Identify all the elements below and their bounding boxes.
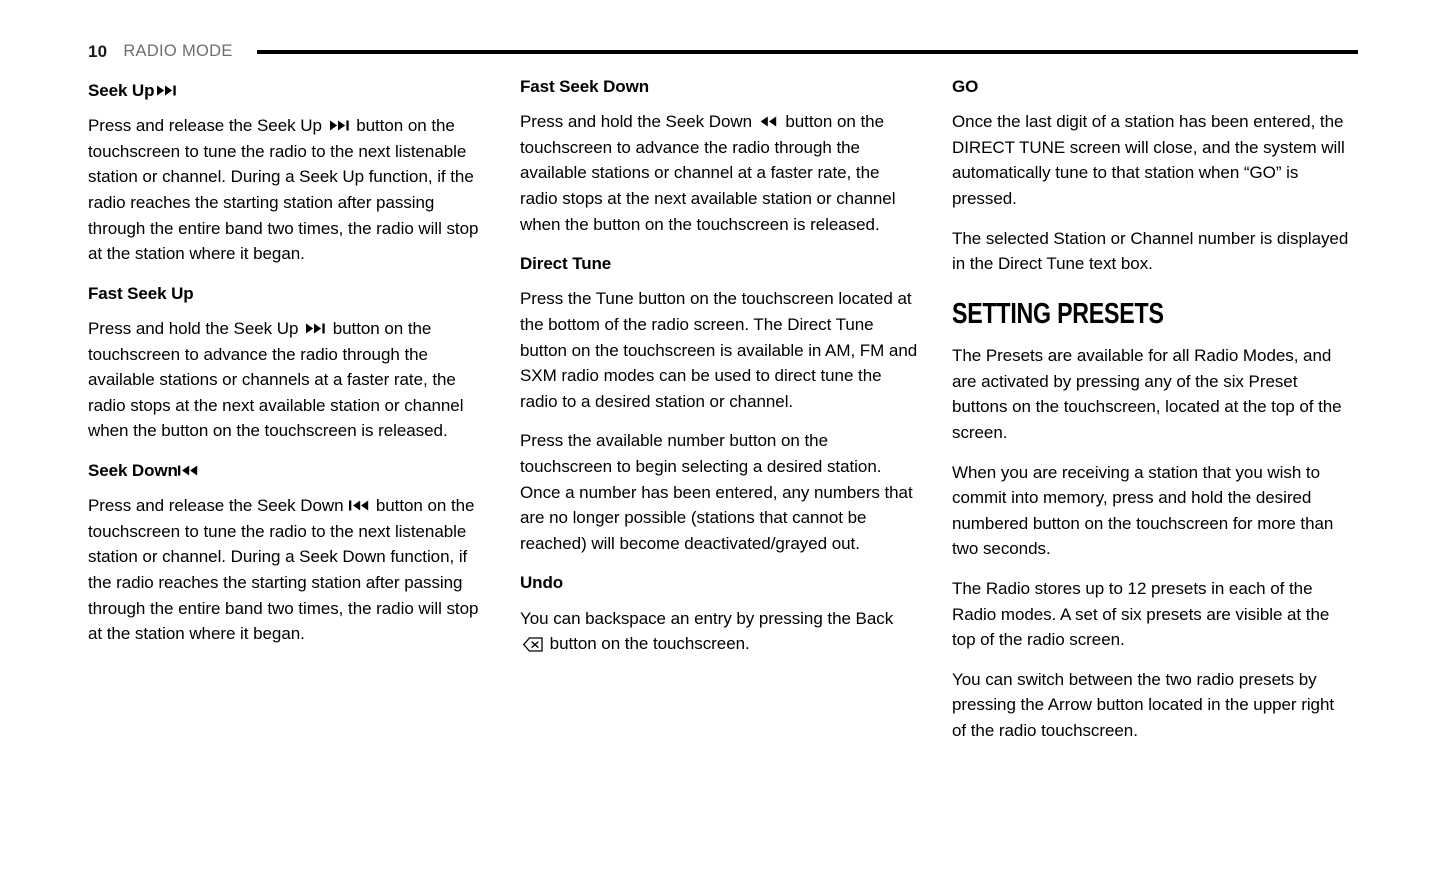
paragraph-text: Press the Tune button on the touchscreen… bbox=[520, 289, 918, 411]
paragraph-direct-tune-2: Press the available number button on the… bbox=[520, 428, 920, 556]
paragraph-text-before-icon: Press and hold the Seek Up bbox=[88, 319, 304, 339]
next-track-icon bbox=[306, 323, 327, 334]
paragraph-presets-4: You can switch between the two radio pre… bbox=[952, 667, 1352, 744]
heading-seek-up: Seek Up bbox=[88, 80, 488, 101]
column-1: Seek Up Press and release the Seek Up but… bbox=[88, 74, 488, 744]
content-columns: Seek Up Press and release the Seek Up but… bbox=[88, 74, 1360, 744]
paragraph-text-after-icon: button on the touchscreen. bbox=[545, 634, 750, 654]
previous-track-icon bbox=[349, 500, 370, 511]
paragraph-text: When you are receiving a station that yo… bbox=[952, 462, 1334, 559]
paragraph-text-before-icon: Press and release the Seek Up bbox=[88, 116, 327, 136]
paragraph-text-after-icon: button on the touchscreen to tune the ra… bbox=[88, 496, 479, 644]
column-3: GO Once the last digit of a station has b… bbox=[952, 74, 1352, 744]
header-chapter-title: RADIO MODE bbox=[123, 41, 233, 60]
paragraph-text: Once the last digit of a station has bee… bbox=[952, 112, 1345, 209]
subheading-label: Direct Tune bbox=[520, 254, 612, 274]
paragraph-fast-seek-down: Press and hold the Seek Down button on t… bbox=[520, 109, 920, 237]
next-track-icon bbox=[329, 120, 351, 131]
subheading-label: Undo bbox=[520, 573, 564, 593]
paragraph-go-2: The selected Station or Channel number i… bbox=[952, 226, 1352, 277]
paragraph-text: The Presets are available for all Radio … bbox=[952, 346, 1342, 443]
subheading-label: Seek Up bbox=[88, 81, 155, 100]
document-page: 10 RADIO MODE Seek Up Press and release t… bbox=[0, 0, 1445, 874]
paragraph-fast-seek-up: Press and hold the Seek Up button on the… bbox=[88, 316, 488, 444]
heading-fast-seek-up: Fast Seek Up bbox=[88, 283, 488, 304]
subheading-label: GO bbox=[952, 77, 979, 96]
rewind-icon bbox=[760, 116, 779, 127]
paragraph-text: You can switch between the two radio pre… bbox=[952, 669, 1335, 740]
header-rule bbox=[256, 50, 1358, 54]
paragraph-direct-tune-1: Press the Tune button on the touchscreen… bbox=[520, 286, 920, 414]
paragraph-presets-1: The Presets are available for all Radio … bbox=[952, 343, 1352, 445]
page-number: 10 bbox=[88, 41, 108, 61]
paragraph-presets-2: When you are receiving a station that yo… bbox=[952, 460, 1352, 562]
subheading-label: Seek Down bbox=[88, 461, 178, 481]
backspace-icon bbox=[523, 637, 543, 652]
heading-direct-tune: Direct Tune bbox=[520, 253, 920, 274]
heading-setting-presets: SETTING PRESETS bbox=[952, 297, 1164, 330]
paragraph-seek-down: Press and release the Seek Down button o… bbox=[88, 493, 488, 647]
heading-undo: Undo bbox=[520, 572, 920, 593]
column-2: Fast Seek Down Press and hold the Seek Do… bbox=[520, 74, 920, 744]
previous-track-icon bbox=[177, 465, 199, 476]
paragraph-text: Press the available number button on the… bbox=[520, 431, 913, 553]
paragraph-presets-3: The Radio stores up to 12 presets in eac… bbox=[952, 576, 1352, 653]
heading-seek-down: Seek Down bbox=[88, 460, 488, 481]
paragraph-go-1: Once the last digit of a station has bee… bbox=[952, 109, 1352, 211]
heading-fast-seek-down: Fast Seek Down bbox=[520, 76, 920, 97]
paragraph-text-before-icon: Press and release the Seek Down bbox=[88, 496, 349, 516]
page-header: 10 RADIO MODE bbox=[88, 38, 1358, 64]
paragraph-text: The Radio stores up to 12 presets in eac… bbox=[952, 579, 1330, 650]
paragraph-text-before-icon: Press and hold the Seek Down bbox=[520, 112, 757, 132]
paragraph-undo: You can backspace an entry by pressing t… bbox=[520, 606, 920, 657]
paragraph-seek-up: Press and release the Seek Up button on … bbox=[88, 113, 488, 267]
subheading-label: Fast Seek Down bbox=[520, 77, 649, 96]
subheading-label: Fast Seek Up bbox=[88, 283, 194, 303]
paragraph-text-after-icon: button on the touchscreen to tune the ra… bbox=[88, 116, 479, 264]
paragraph-text: The selected Station or Channel number i… bbox=[952, 228, 1349, 274]
next-track-icon bbox=[157, 85, 178, 96]
paragraph-text-before-icon: You can backspace an entry by pressing t… bbox=[520, 608, 894, 628]
heading-go: GO bbox=[952, 76, 1352, 97]
